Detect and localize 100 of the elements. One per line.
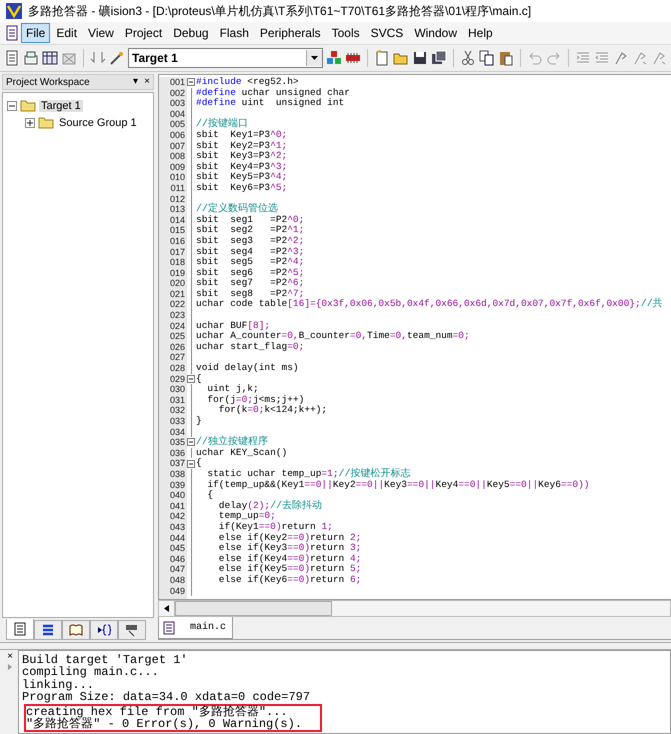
code-line: sbit seg8 =P2^7; [196,288,306,299]
panel-title: Project Workspace [6,76,90,88]
code-line: else if(Key6==0)return 6; [218,574,362,586]
fold-minus-icon[interactable] [187,460,195,468]
scroll-left-icon[interactable] [164,605,169,612]
book-icon[interactable] [69,623,83,637]
tree-item[interactable]: Source Group 1 [57,116,139,128]
colored-blocks-icon[interactable] [326,50,342,66]
horizontal-scrollbar[interactable] [158,600,671,617]
code-line: uchar BUF[8]; [196,320,272,331]
fold-minus-icon[interactable] [187,374,195,383]
code-line: temp_up=0; [218,511,277,522]
menu-item[interactable]: Peripherals [254,23,326,43]
line-number: 022 [168,299,186,310]
panel-tab[interactable] [118,620,146,640]
line-number: 042 [168,511,186,522]
line-number: 031 [168,394,186,406]
code-line: sbit seg3 =P2^2; [196,236,306,246]
chip-icon[interactable] [345,50,361,66]
code-line: else if(Key2==0)return 2; [218,532,362,543]
document-icon[interactable] [162,620,176,634]
line-number: 036 [168,448,186,458]
code-line: if(Key1==0)return 1; [218,522,334,533]
line-number: 012 [168,194,186,204]
flag-icon[interactable] [613,50,629,66]
line-number: 037 [168,458,186,469]
minus-box-icon[interactable] [7,100,17,110]
panel-close-glyph[interactable]: × [144,77,150,87]
wand-icon[interactable] [109,50,125,66]
save-all-icon[interactable] [431,50,447,66]
caret-icon[interactable] [311,56,318,60]
code-line: sbit seg1 =P2^0; [196,214,306,225]
fold-minus-icon[interactable] [187,438,195,446]
code-line: //独立按键程序 [196,437,268,448]
line-number: 029 [168,374,186,384]
line-number: 024 [168,320,186,332]
stacked-pages-icon[interactable] [23,50,39,66]
register-list-icon[interactable] [41,623,55,637]
panel-tab[interactable] [34,620,62,640]
menu-item[interactable]: View [83,23,119,43]
code-line: uchar A_counter=0,B_counter=0,Time=0,team_num=0; [196,331,471,342]
code-line: sbit seg7 =P2^6; [196,278,306,289]
code-line: if(temp_up&&(Key1==0||Key2==0||Key3==0||Key4==0||Key5==0||Key6==0)) [206,480,590,490]
code-line: else if(Key4==0)return 4; [218,554,362,564]
output-line: compiling main.c... [22,666,159,679]
panel-tab[interactable] [90,620,118,640]
menu-item[interactable]: Debug [168,23,214,43]
menu-item[interactable]: Tools [326,23,365,43]
code-line: } [196,416,203,427]
line-number: 018 [168,257,186,268]
function-braces-icon[interactable] [97,623,111,637]
panel-menu-glyph[interactable]: ▾ [133,77,138,87]
code-line: for(j=0;j<ms;j++) [206,394,306,405]
code-line: sbit Key1=P3^0; [196,130,288,141]
copy-icon[interactable] [479,50,495,66]
menu-item[interactable]: Window [409,23,462,43]
down-arrows-icon[interactable] [90,50,106,66]
output-line: linking... [22,678,94,692]
file-tab[interactable]: main.c [158,617,233,639]
save-icon[interactable] [412,50,428,66]
document-icon[interactable] [4,25,20,41]
code-line: uchar start_flag=0; [196,342,306,352]
panel-tab[interactable] [6,619,34,640]
window-title: 多路抢答器 - 礦ision3 - [D:\proteus\单片机仿真\T系列\T61~T70\T61多路抢答器\01\程序\main.c] [28,2,532,20]
output-line: creating hex file from "多路抢答器"... [26,706,288,718]
template-icon[interactable] [125,623,139,637]
line-number: 003 [168,98,186,109]
menu-item[interactable]: File [21,23,50,43]
grid-window-icon[interactable] [42,50,58,66]
plus-box-icon[interactable] [25,118,35,128]
fold-minus-icon[interactable] [187,78,195,86]
line-number: 017 [168,246,186,258]
menu-item[interactable]: Help [463,23,498,43]
line-number: 040 [168,490,186,501]
menu-item[interactable]: Project [120,23,168,43]
scissors-icon[interactable] [460,50,476,66]
line-number: 007 [168,140,186,152]
menu-item[interactable]: SVCS [366,23,408,43]
tree-item[interactable]: Target 1 [39,100,83,112]
code-line: static uchar temp_up=1;//按键松开标志 [206,468,412,480]
menu-item[interactable]: Flash [214,23,254,43]
code-line: sbit seg6 =P2^5; [196,268,306,278]
app-logo-icon[interactable] [6,3,22,19]
clipboard-icon[interactable] [498,50,514,66]
code-line: sbit Key2=P3^1; [196,140,288,151]
code-line: //按键端口 [196,119,250,130]
close-glyph[interactable]: × [7,652,13,662]
line-number: 035 [168,437,186,448]
document-icon[interactable] [4,50,20,66]
panel-tab[interactable] [62,620,90,640]
output-line: "多路抢答器" - 0 Error(s), 0 Warning(s). [26,718,302,730]
line-number: 006 [168,130,186,141]
code-line: sbit Key5=P3^4; [196,172,288,183]
document-icon[interactable] [13,622,27,636]
code-line: uint j,k; [206,384,260,395]
menu-item[interactable]: Edit [51,23,82,43]
line-number: 014 [168,214,186,226]
target-dropdown[interactable]: Target 1 [128,48,323,68]
new-file-icon[interactable] [374,50,390,66]
code-line: sbit Key3=P3^2; [196,151,288,162]
